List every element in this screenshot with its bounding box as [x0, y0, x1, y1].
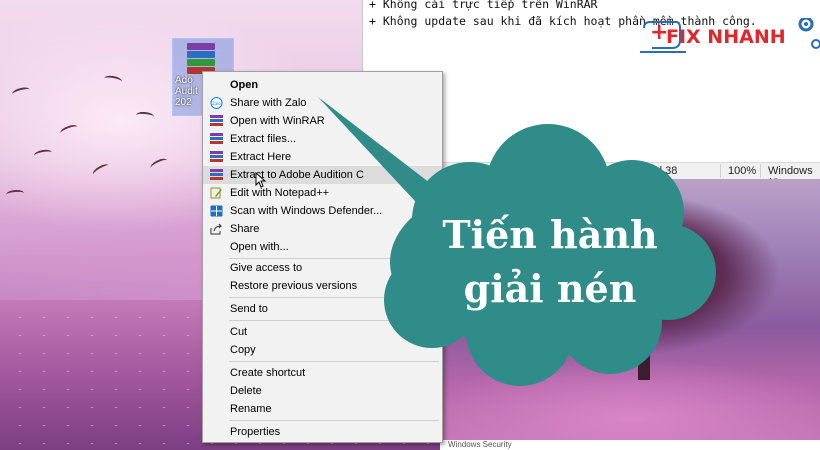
- menu-item-label: Give access to: [230, 262, 303, 274]
- menu-separator: [229, 320, 439, 321]
- menu-item-label: Edit with Notepad++: [230, 187, 330, 199]
- share-icon: [210, 223, 223, 235]
- menu-separator: [229, 420, 439, 421]
- winrar-icon: [210, 133, 223, 145]
- status-zoom: 100%: [728, 165, 757, 177]
- bird-decoration: [5, 189, 25, 199]
- status-cursor-position: Ln 7, Col 38: [618, 165, 678, 177]
- status-separator: [602, 164, 603, 178]
- menu-item-label: Create shortcut: [230, 367, 306, 379]
- menu-item-open[interactable]: Open: [203, 76, 442, 94]
- menu-item-label: Copy: [230, 344, 256, 356]
- menu-item-open-winrar[interactable]: Open with WinRAR: [203, 112, 442, 130]
- menu-item-properties[interactable]: Properties: [203, 423, 442, 441]
- menu-item-share-zalo[interactable]: Zalo Share with Zalo: [203, 94, 442, 112]
- menu-item-label: Extract to Adobe Audition C: [230, 169, 364, 181]
- status-separator: [760, 164, 761, 178]
- menu-item-extract-files[interactable]: Extract files...: [203, 130, 442, 148]
- menu-item-label: Extract Here: [230, 151, 292, 163]
- menu-item-label: Open with...: [230, 241, 289, 253]
- menu-item-label: Share: [230, 223, 260, 235]
- zalo-icon: Zalo: [210, 97, 223, 109]
- callout-line-1: Tiến hành: [442, 212, 658, 257]
- winrar-icon: [210, 115, 223, 127]
- brand-name: FIX NHANH: [666, 26, 786, 48]
- menu-item-label: Delete: [230, 385, 262, 397]
- mouse-cursor-icon: [255, 172, 267, 188]
- menu-item-label: Send to: [230, 303, 268, 315]
- menu-item-create-shortcut[interactable]: Create shortcut: [203, 364, 442, 382]
- defender-icon: [210, 205, 223, 217]
- menu-item-label: Restore previous versions: [230, 280, 358, 292]
- menu-item-label: Share with Zalo: [230, 97, 307, 109]
- menu-item-label: Rename: [230, 403, 272, 415]
- notepad-line: + Không cài trực tiếp trên WinRAR: [369, 0, 598, 11]
- menu-item-label: Scan with Windows Defender...: [230, 205, 383, 217]
- callout-line-2: giải nén: [463, 266, 637, 311]
- menu-item-label: Extract files...: [230, 133, 297, 145]
- menu-item-delete[interactable]: Delete: [203, 382, 442, 400]
- menu-item-cut[interactable]: Cut: [203, 323, 442, 341]
- bird-decoration: [135, 111, 155, 121]
- photo-caption: Windows Security: [440, 440, 820, 450]
- menu-item-extract-to-folder[interactable]: Extract to Adobe Audition C: [203, 166, 442, 184]
- menu-item-label: Open: [230, 79, 259, 91]
- status-separator: [720, 164, 721, 178]
- menu-item-label: Cut: [230, 326, 248, 338]
- menu-item-extract-here[interactable]: Extract Here: [203, 148, 442, 166]
- menu-item-label: Properties: [230, 426, 281, 438]
- winrar-icon: [210, 169, 223, 181]
- winrar-archive-icon: [187, 43, 215, 74]
- svg-text:Zalo: Zalo: [212, 101, 221, 106]
- menu-item-label: Open with WinRAR: [230, 115, 325, 127]
- notepadpp-icon: [210, 187, 222, 199]
- menu-separator: [229, 361, 439, 362]
- winrar-icon: [210, 151, 223, 163]
- menu-item-rename[interactable]: Rename: [203, 400, 442, 418]
- callout-text: Tiến hành giải nén: [400, 208, 700, 316]
- menu-item-edit-notepadpp[interactable]: Edit with Notepad++: [203, 184, 442, 202]
- menu-item-copy[interactable]: Copy: [203, 341, 442, 359]
